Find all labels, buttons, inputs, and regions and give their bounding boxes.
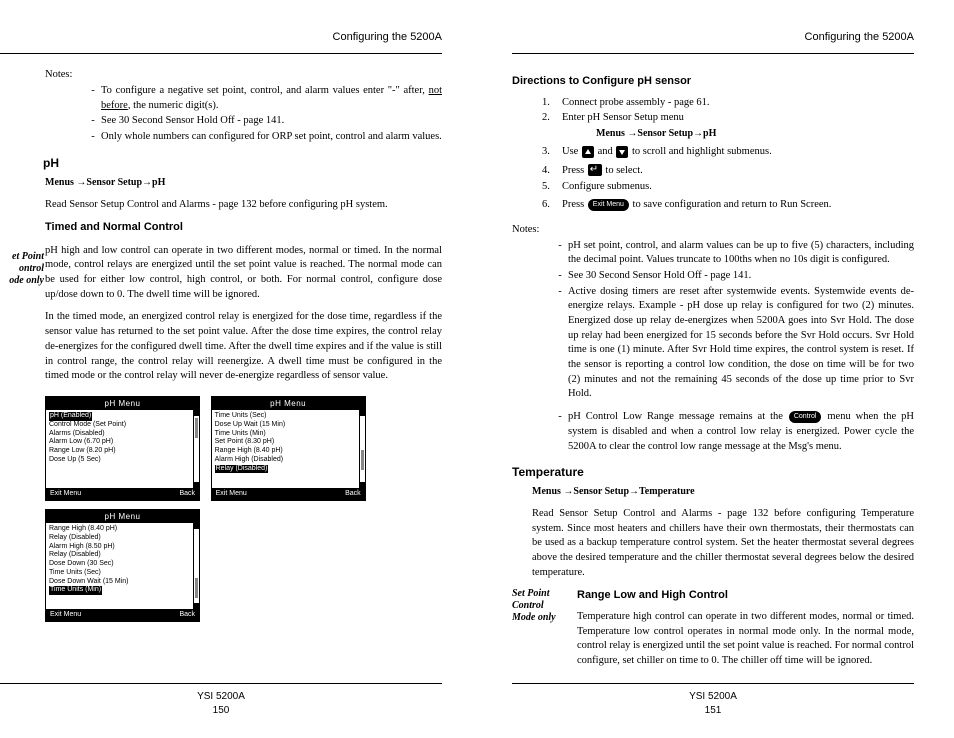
- step: 5.Configure submenus.: [542, 180, 914, 195]
- step: 3. Use and to scroll and highlight subme…: [542, 145, 914, 160]
- note-item: -Only whole numbers can configured for O…: [85, 130, 442, 145]
- notes-list-left: - To configure a negative set point, con…: [85, 84, 442, 145]
- page-header-left: Configuring the 5200A: [0, 30, 442, 54]
- enter-key-icon: [588, 164, 602, 176]
- note-item: - pH Control Low Range message remains a…: [552, 410, 914, 454]
- down-arrow-icon: [616, 146, 628, 158]
- sidenote-setpoint: et Pointontrolode only: [0, 251, 44, 287]
- page-content-left: et Pointontrolode only Notes: - To confi…: [0, 68, 442, 683]
- page-header-right: Configuring the 5200A: [512, 30, 914, 54]
- range-para: Temperature high control can operate in …: [577, 610, 914, 669]
- step: 1.Connect probe assembly - page 61.: [542, 96, 914, 111]
- step: 6. Press Exit Menu to save configuration…: [542, 198, 914, 213]
- page-left: Configuring the 5200A et Pointontrolode …: [0, 0, 477, 738]
- timed-para1: pH high and low control can operate in t…: [45, 244, 442, 303]
- temp-menu-path: Menus →Sensor Setup→Temperature: [532, 485, 914, 499]
- note-item: - To configure a negative set point, con…: [85, 84, 442, 113]
- screenshot-body: Time Units (Sec)Dose Up Wait (15 Min)Tim…: [212, 410, 365, 488]
- screenshot-body: Range High (8.40 pH)Relay (Disabled)Alar…: [46, 523, 199, 609]
- section-ph: pH: [43, 155, 442, 172]
- screenshot-phmenu-2: pH Menu Time Units (Sec)Dose Up Wait (15…: [211, 396, 366, 501]
- section-range: Range Low and High Control: [577, 588, 914, 603]
- range-section-row: Set Point Control Mode only Range Low an…: [512, 588, 914, 676]
- note-item: -See 30 Second Sensor Hold Off - page 14…: [85, 114, 442, 129]
- step: 2.Enter pH Sensor Setup menu: [542, 111, 914, 126]
- screenshot-body: pH (Enabled)Control Mode (Set Point)Alar…: [46, 410, 199, 488]
- section-timed: Timed and Normal Control: [45, 220, 442, 235]
- screenshot-phmenu-3: pH Menu Range High (8.40 pH)Relay (Disab…: [45, 509, 200, 622]
- timed-para2: In the timed mode, an energized control …: [45, 310, 442, 383]
- sidenote-setpoint-right: Set Point Control Mode only: [512, 588, 567, 624]
- temp-para: Read Sensor Setup Control and Alarms - p…: [532, 507, 914, 580]
- ph-menu-path: Menus →Sensor Setup→pH: [45, 176, 442, 190]
- control-pill-icon: Control: [789, 411, 822, 423]
- page-content-right: Directions to Configure pH sensor 1.Conn…: [512, 68, 914, 683]
- section-temperature: Temperature: [512, 464, 914, 481]
- up-arrow-icon: [582, 146, 594, 158]
- steps-list: 1.Connect probe assembly - page 61. 2.En…: [542, 96, 914, 213]
- note-item: -pH set point, control, and alarm values…: [552, 239, 914, 268]
- page-footer-right: YSI 5200A 151: [512, 683, 914, 718]
- note-item: -See 30 Second Sensor Hold Off - page 14…: [552, 269, 914, 284]
- page-right: Configuring the 5200A Directions to Conf…: [477, 0, 954, 738]
- step: 4. Press to select.: [542, 164, 914, 179]
- notes-list-right: -pH set point, control, and alarm values…: [552, 239, 914, 455]
- notes-label-right: Notes:: [512, 223, 914, 238]
- page-footer-left: YSI 5200A 150: [0, 683, 442, 718]
- screenshot-phmenu-1: pH Menu pH (Enabled)Control Mode (Set Po…: [45, 396, 200, 501]
- step-menu-path: Menus →Sensor Setup→pH: [596, 127, 914, 141]
- screenshot-row2: pH Menu Range High (8.40 pH)Relay (Disab…: [45, 505, 442, 626]
- ph-read-para: Read Sensor Setup Control and Alarms - p…: [45, 198, 442, 213]
- note-item: -Active dosing timers are reset after sy…: [552, 285, 914, 403]
- notes-label: Notes:: [45, 68, 442, 83]
- screenshot-row: pH Menu pH (Enabled)Control Mode (Set Po…: [45, 392, 442, 505]
- section-directions: Directions to Configure pH sensor: [512, 74, 914, 89]
- exit-menu-pill-icon: Exit Menu: [588, 199, 629, 211]
